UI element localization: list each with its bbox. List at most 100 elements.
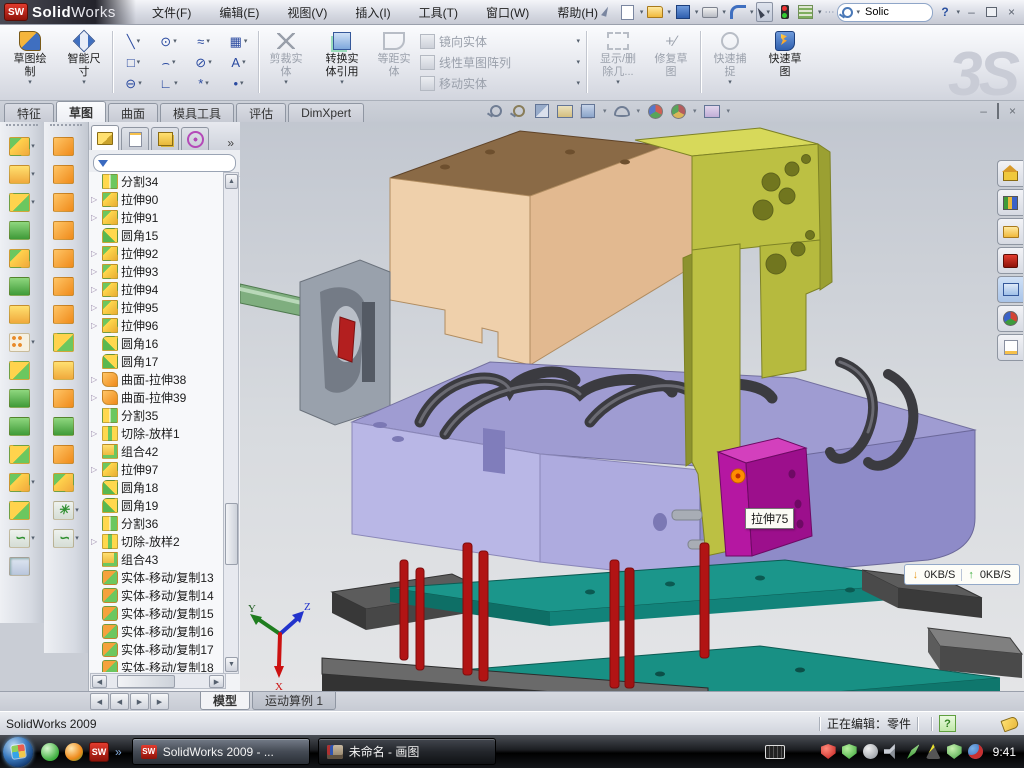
sketch-entity-caret-icon[interactable]: ▾ xyxy=(206,38,210,45)
undo-caret-icon[interactable]: ▾ xyxy=(750,9,754,16)
sketch-entity-button[interactable]: *▾ xyxy=(186,73,221,94)
connection-icon[interactable] xyxy=(905,744,920,759)
features-toolbar-caret-icon[interactable]: ▾ xyxy=(31,535,35,542)
mold-tools-toolbar-button[interactable]: ∽▾ xyxy=(53,529,79,548)
zoom-area-icon[interactable] xyxy=(511,103,527,119)
menu-item[interactable]: 编辑(E) xyxy=(205,1,273,23)
options-caret-icon[interactable]: ▾ xyxy=(818,9,822,16)
features-toolbar-button[interactable]: ▾ xyxy=(9,361,35,380)
tree-horizontal-scrollbar[interactable]: ◀ ▶ xyxy=(90,673,226,689)
tree-item[interactable]: ▷ 拉伸93 xyxy=(89,262,225,280)
home-tab[interactable] xyxy=(997,160,1023,187)
sketch-entity-button[interactable]: ⌢▾ xyxy=(151,52,186,73)
tree-vertical-scrollbar[interactable]: ▲ ▼ xyxy=(223,172,239,674)
tree-item[interactable]: ▷ 曲面-拉伸39 xyxy=(89,388,225,406)
features-toolbar-button[interactable]: ▾ xyxy=(9,221,35,240)
scroll-thumb[interactable] xyxy=(225,503,238,565)
sketch-entity-caret-icon[interactable]: ▾ xyxy=(205,80,209,87)
mold-tools-toolbar-caret-icon[interactable]: ▾ xyxy=(75,507,79,514)
print-caret-icon[interactable]: ▾ xyxy=(722,9,726,16)
mold-tools-toolbar-button[interactable]: ▾ xyxy=(53,389,79,408)
features-toolbar-button[interactable]: ▾ xyxy=(9,193,35,212)
tree-item[interactable]: ▷ 圆角16 xyxy=(89,334,225,352)
expand-arrow-icon[interactable]: ▷ xyxy=(91,321,99,330)
tree-item[interactable]: ▷ 组合42 xyxy=(89,442,225,460)
prev-tab-button[interactable]: ◀ xyxy=(110,693,129,710)
mold-tools-toolbar-button[interactable]: ▾ xyxy=(53,221,79,240)
sketch-entity-caret-icon[interactable]: ▾ xyxy=(244,38,248,45)
tree-item[interactable]: ▷ 实体-移动/复制17 xyxy=(89,640,225,658)
select-tool-button[interactable]: ▾ xyxy=(756,2,773,22)
menu-item[interactable]: 插入(I) xyxy=(341,1,404,23)
help-button[interactable]: ? xyxy=(936,5,953,20)
sketch-entity-caret-icon[interactable]: ▾ xyxy=(173,38,177,45)
mold-tools-toolbar-button[interactable]: ▾ xyxy=(53,165,79,184)
scroll-down-button[interactable]: ▼ xyxy=(225,657,238,672)
resources-tab[interactable] xyxy=(997,189,1023,216)
view-settings-icon[interactable] xyxy=(704,103,720,119)
view-settings-caret-icon[interactable]: ▾ xyxy=(727,108,731,115)
repair-sketch-button[interactable]: +∕ 修复草 图 xyxy=(648,28,694,96)
hide-show-caret-icon[interactable]: ▾ xyxy=(637,108,641,115)
menu-item[interactable]: 窗口(W) xyxy=(472,1,543,23)
mold-tools-toolbar-button[interactable]: ▾ xyxy=(53,473,79,492)
sketch-entity-button[interactable]: ▦▾ xyxy=(221,31,256,52)
scroll-right-button[interactable]: ▶ xyxy=(209,675,224,688)
update-gear-icon[interactable] xyxy=(863,744,878,759)
rapid-sketch-button[interactable]: 快速草 图 xyxy=(760,28,810,96)
features-toolbar-caret-icon[interactable]: ▾ xyxy=(31,479,35,486)
smart-dimension-button[interactable]: 智能尺 寸 ▾ xyxy=(58,28,110,96)
tree-item[interactable]: ▷ 圆角19 xyxy=(89,496,225,514)
tab-surfaces[interactable]: 曲面 xyxy=(108,103,158,123)
tree-item[interactable]: ▷ 实体-移动/复制14 xyxy=(89,586,225,604)
save-button[interactable] xyxy=(674,3,692,21)
expand-arrow-icon[interactable]: ▷ xyxy=(91,465,99,474)
tree-item[interactable]: ▷ 分割34 xyxy=(89,172,225,190)
taskbar-item-paint[interactable]: 未命名 - 画图 xyxy=(318,738,496,765)
search-caret-icon[interactable]: ▾ xyxy=(856,9,860,16)
quick-launch-messenger-icon[interactable] xyxy=(41,743,59,761)
menu-item[interactable]: 文件(F) xyxy=(138,1,205,23)
toolbar-grip[interactable] xyxy=(6,124,38,134)
tree-item[interactable]: ▷ 分割36 xyxy=(89,514,225,532)
sketch-entity-button[interactable]: □▾ xyxy=(116,52,151,73)
antivirus-shield-icon[interactable] xyxy=(821,744,836,759)
expand-arrow-icon[interactable]: ▷ xyxy=(91,393,99,402)
quick-tips-icon[interactable]: ? xyxy=(939,715,956,732)
apply-scene-icon[interactable] xyxy=(670,103,686,119)
features-toolbar-caret-icon[interactable]: ▾ xyxy=(31,171,35,178)
mold-tools-toolbar-button[interactable]: ✳▾ xyxy=(53,501,79,520)
expand-arrow-icon[interactable]: ▷ xyxy=(91,285,99,294)
convert-entities-button[interactable]: 转换实 体引用 ▾ xyxy=(314,28,370,96)
tree-item[interactable]: ▷ 曲面-拉伸38 xyxy=(89,370,225,388)
mold-tools-toolbar-button[interactable]: ▾ xyxy=(53,137,79,156)
close-button[interactable]: × xyxy=(1003,5,1020,20)
offset-entities-button[interactable]: 等距实 体 xyxy=(372,28,416,96)
pattern-tool-button[interactable]: 线性草图阵列 ▾ xyxy=(420,52,580,73)
menu-item[interactable]: 工具(T) xyxy=(405,1,472,23)
wireless-warning-icon[interactable] xyxy=(926,744,941,759)
tab-sketch[interactable]: 草图 xyxy=(56,101,106,123)
features-toolbar-button[interactable]: ▾ xyxy=(9,333,35,352)
expand-arrow-icon[interactable]: ▷ xyxy=(91,375,99,384)
options-button[interactable] xyxy=(797,3,815,21)
tree-item[interactable]: ▷ 拉伸91 xyxy=(89,208,225,226)
sketch-entity-button[interactable]: •▾ xyxy=(221,73,256,94)
display-style-icon[interactable] xyxy=(580,103,596,119)
last-tab-button[interactable]: ▶ xyxy=(150,693,169,710)
mold-tools-toolbar-button[interactable]: ▾ xyxy=(53,277,79,296)
mold-tools-toolbar-button[interactable]: ▾ xyxy=(53,333,79,352)
features-toolbar-button[interactable]: ▾ xyxy=(9,445,35,464)
features-toolbar-button[interactable]: ▾ xyxy=(9,389,35,408)
tree-item[interactable]: ▷ 圆角15 xyxy=(89,226,225,244)
start-button[interactable] xyxy=(3,737,33,767)
tree-filter-input[interactable] xyxy=(93,154,236,172)
sketch-button[interactable]: 草图绘 制 ▾ xyxy=(4,28,56,96)
restore-button[interactable] xyxy=(983,5,1000,20)
new-document-button[interactable] xyxy=(619,3,637,21)
menu-item[interactable]: 视图(V) xyxy=(273,1,341,23)
toolbar-grip[interactable] xyxy=(50,124,82,134)
search-input[interactable] xyxy=(863,5,915,19)
sketch-entity-button[interactable]: ⊘▾ xyxy=(186,52,221,73)
tab-motion-study[interactable]: 运动算例 1 xyxy=(252,692,336,710)
